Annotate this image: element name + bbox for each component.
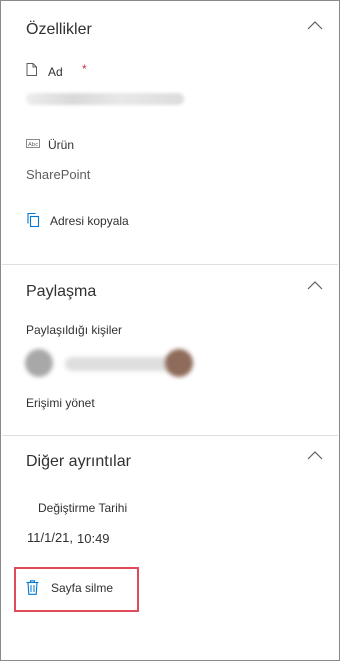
shared-avatars[interactable] <box>25 349 193 379</box>
copy-address-label: Adresi kopyala <box>50 214 129 228</box>
section-divider <box>2 435 338 436</box>
section-divider <box>2 264 338 265</box>
name-label: Ad <box>48 65 63 79</box>
trash-icon <box>26 580 39 595</box>
avatar[interactable] <box>25 349 53 377</box>
avatar[interactable] <box>165 349 193 377</box>
collapse-sharing-chevron-up-icon[interactable] <box>307 280 323 290</box>
properties-section-title: Özellikler <box>26 21 92 38</box>
required-marker: * <box>82 62 87 76</box>
modified-time-value: 10:49 <box>77 531 110 546</box>
svg-text:Abc: Abc <box>28 142 38 148</box>
name-value-redacted[interactable] <box>26 93 184 105</box>
copy-address-link[interactable]: Adresi kopyala <box>26 211 129 228</box>
collapse-properties-chevron-up-icon[interactable] <box>307 20 323 30</box>
modified-date-label: Değiştirme Tarihi <box>38 501 128 515</box>
product-label: Ürün <box>48 138 75 152</box>
manage-access-link[interactable]: Erişimi yönet <box>26 396 95 410</box>
document-icon <box>26 63 37 76</box>
product-value: SharePoint <box>26 167 91 182</box>
details-section-title: Diğer ayrıntılar <box>26 453 131 470</box>
shared-with-label: Paylaşıldığı kişiler <box>26 323 123 337</box>
delete-page-label: Sayfa silme <box>51 581 114 595</box>
modified-date-value: 11/1/21, <box>27 530 74 545</box>
avatar-row-redacted <box>65 357 177 371</box>
sharing-section-title: Paylaşma <box>26 283 97 300</box>
collapse-details-chevron-up-icon[interactable] <box>307 450 323 460</box>
copy-icon <box>27 212 40 227</box>
delete-page-button[interactable]: Sayfa silme <box>26 580 113 595</box>
properties-panel: Özellikler Ad * Abc Ürün SharePoint Adre… <box>0 0 340 661</box>
text-field-icon: Abc <box>26 139 40 148</box>
